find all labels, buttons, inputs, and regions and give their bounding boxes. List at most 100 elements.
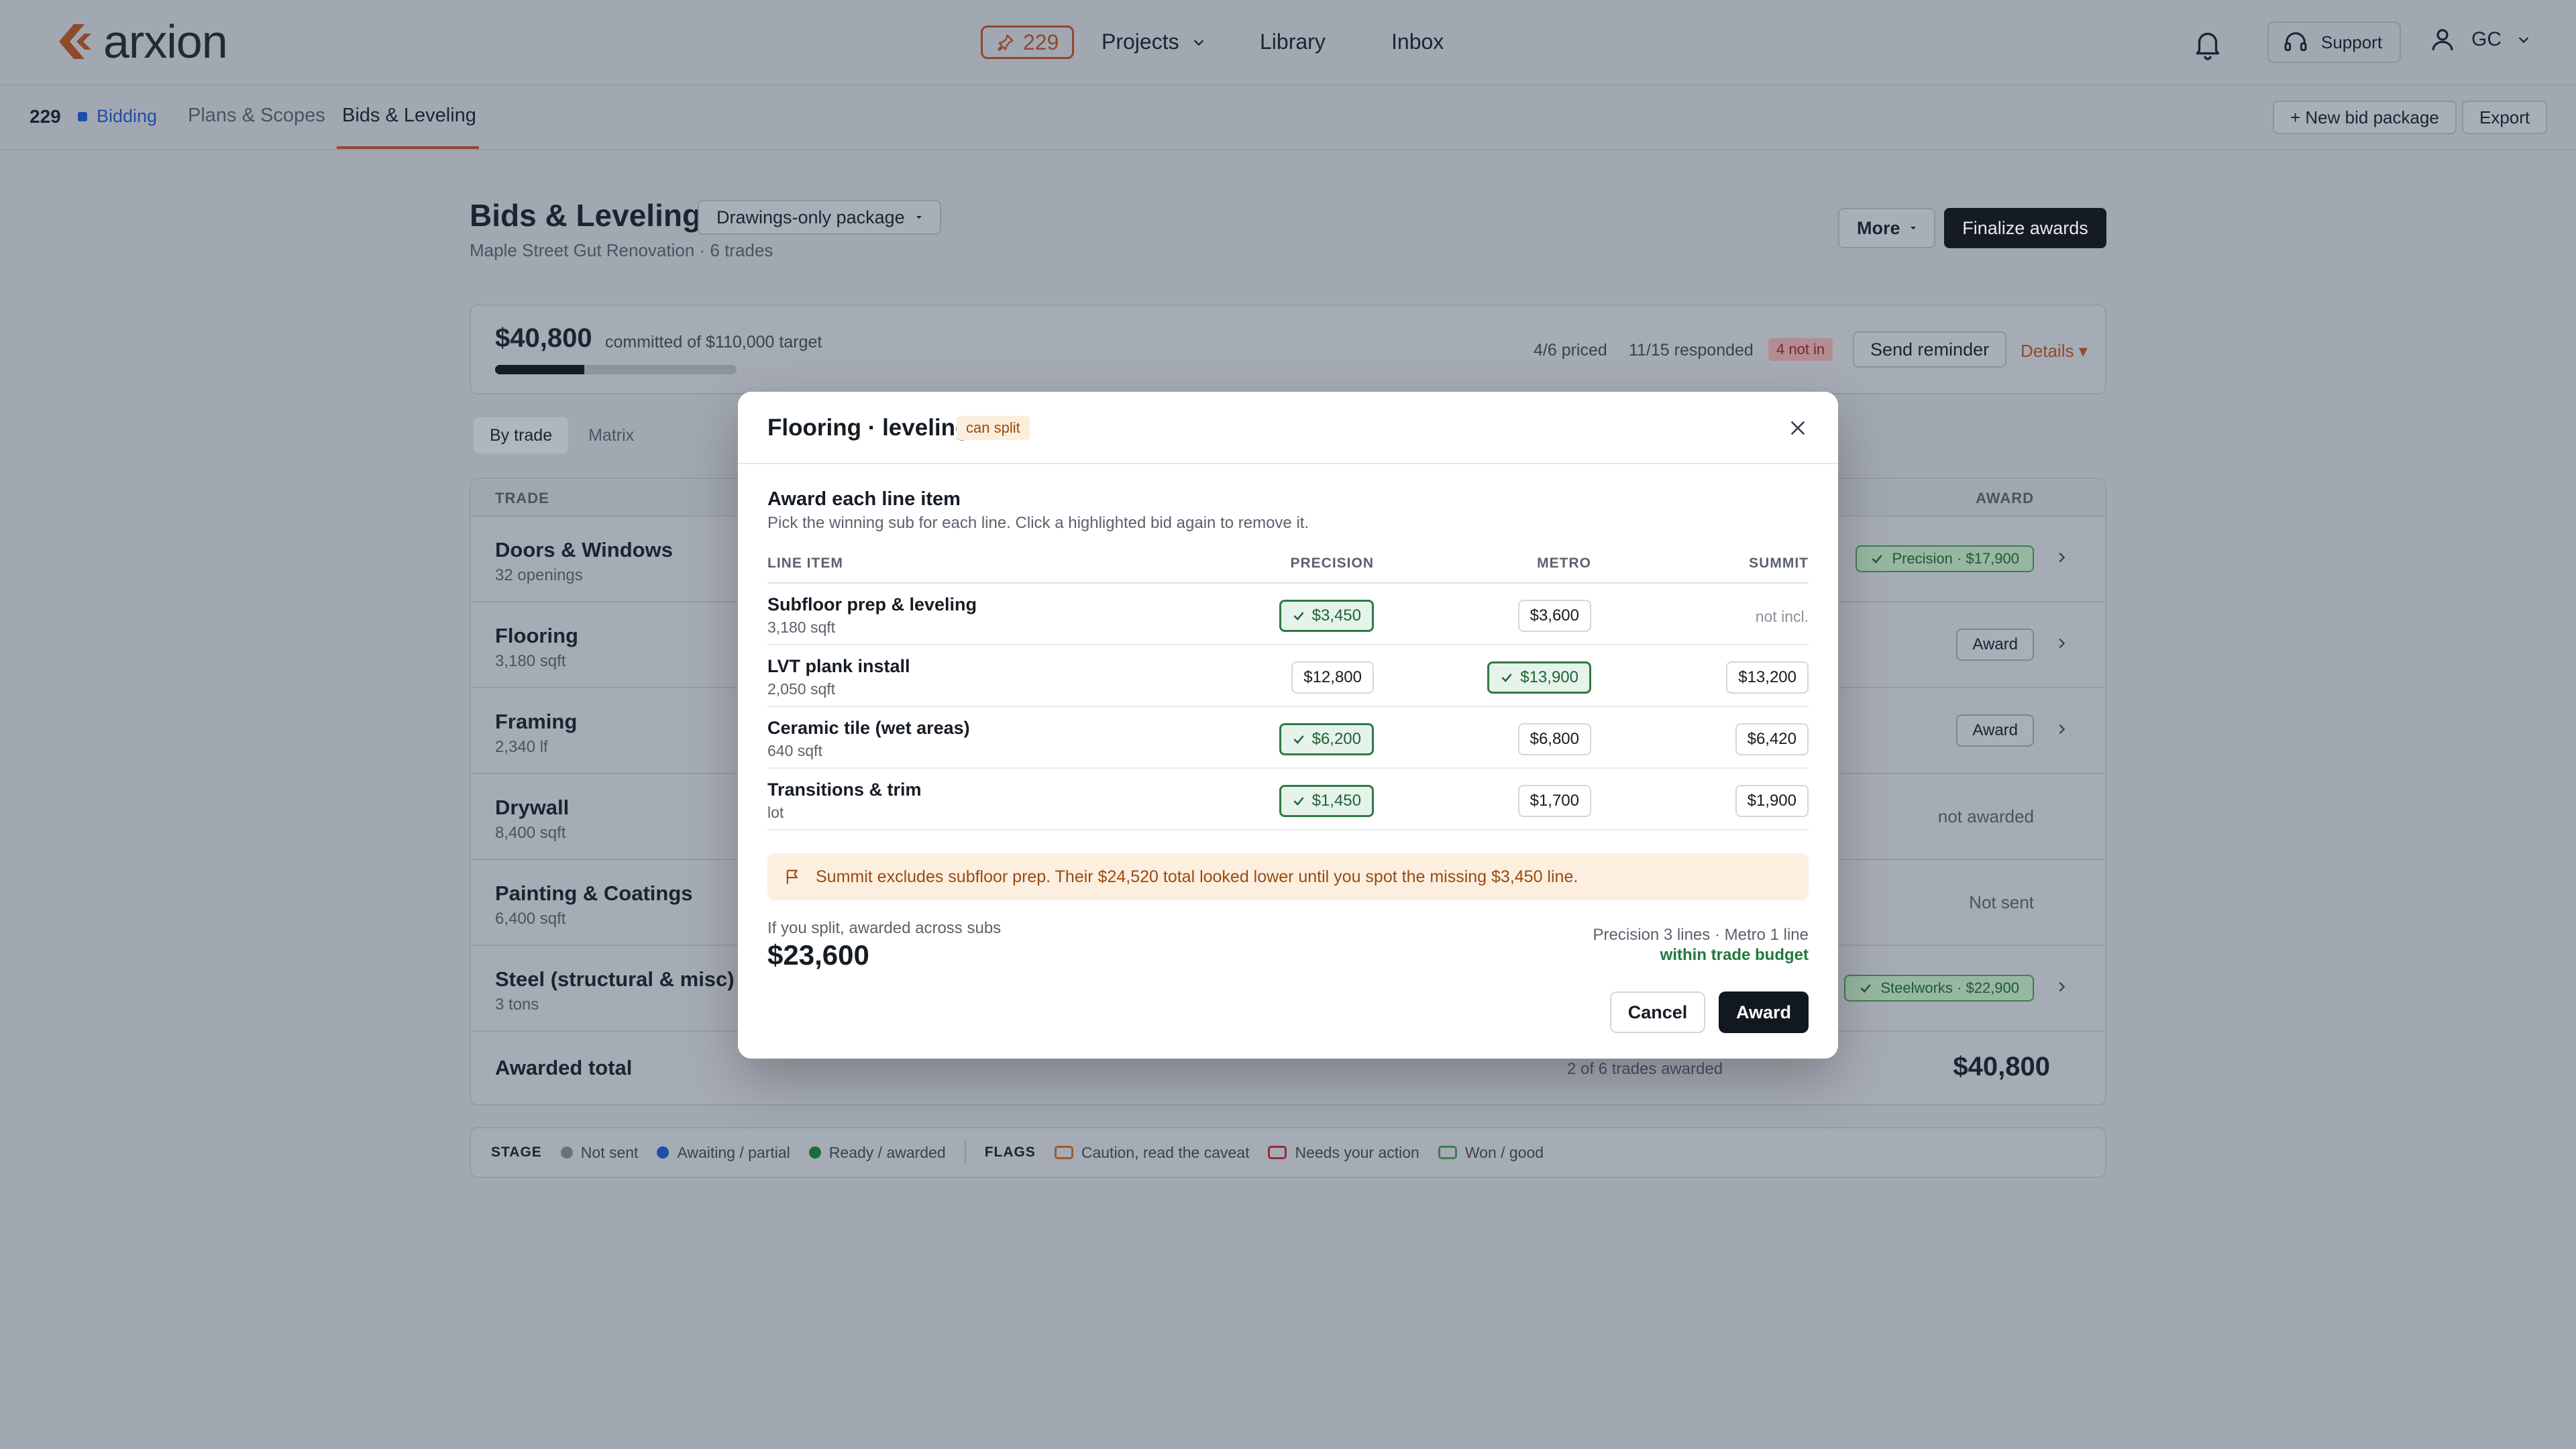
flag-swatch-icon bbox=[1268, 1146, 1287, 1159]
column-header-award: AWARD bbox=[1976, 490, 2034, 506]
bid-metro-button[interactable]: $13,900 bbox=[1487, 661, 1591, 694]
award-trade-button[interactable]: Award bbox=[1956, 714, 2034, 747]
bid-amount: $1,450 bbox=[1311, 792, 1361, 810]
awarded-count: 2 of 6 trades awarded bbox=[1567, 1060, 1723, 1078]
close-icon[interactable] bbox=[1787, 417, 1809, 439]
bid-summit-button[interactable]: $13,200 bbox=[1726, 661, 1809, 694]
budget-progress-fill bbox=[495, 365, 585, 374]
budget-progress-bar bbox=[495, 365, 737, 374]
budget-status: within trade budget bbox=[1660, 946, 1809, 964]
chevron-right-icon[interactable] bbox=[2054, 722, 2069, 737]
committed-amount: $40,800 bbox=[495, 323, 592, 353]
package-selector[interactable]: Drawings-only package bbox=[698, 200, 941, 235]
bid-summit-button[interactable]: $1,900 bbox=[1735, 785, 1809, 817]
caveat-banner: Summit excludes subfloor prep. Their $24… bbox=[767, 853, 1809, 900]
awarded-total-label: Awarded total bbox=[495, 1056, 633, 1079]
legend-divider bbox=[964, 1140, 966, 1165]
won-award-label: Precision · $17,900 bbox=[1892, 550, 2019, 567]
check-icon bbox=[1872, 555, 1883, 564]
bid-amount: $1,900 bbox=[1747, 792, 1796, 810]
legend-item-label: Won / good bbox=[1464, 1143, 1544, 1161]
stage-dot-icon bbox=[78, 111, 87, 121]
active-tab-indicator bbox=[337, 146, 479, 149]
status-dot-icon bbox=[657, 1146, 669, 1159]
split-total-label: If you split, awarded across subs bbox=[767, 919, 1002, 937]
caret-down-icon bbox=[1910, 227, 1916, 229]
chevron-right-icon[interactable] bbox=[2054, 550, 2069, 565]
bid-amount: $13,900 bbox=[1520, 668, 1578, 686]
won-award-badge: Precision · $17,900 bbox=[1856, 545, 2034, 572]
pinned-project-badge[interactable]: 229 bbox=[981, 25, 1075, 59]
bid-amount: $3,600 bbox=[1529, 606, 1579, 625]
nav-projects-label: Projects bbox=[1102, 30, 1179, 54]
check-icon bbox=[1501, 674, 1512, 682]
line-item-quantity: 640 sqft bbox=[767, 742, 822, 759]
flag-swatch-icon bbox=[1438, 1146, 1457, 1159]
bell-icon[interactable] bbox=[2191, 27, 2224, 60]
logo[interactable]: arxion bbox=[54, 18, 228, 65]
split-total-value: $23,600 bbox=[767, 939, 869, 971]
send-reminder-button[interactable]: Send reminder bbox=[1853, 331, 2007, 368]
nav-projects[interactable]: Projects bbox=[1102, 30, 1206, 54]
legend-item: Won / good bbox=[1438, 1144, 1544, 1162]
line-item-row: LVT plank install 2,050 sqft $12,800 $13,90… bbox=[767, 645, 1809, 707]
bid-precision-button[interactable]: $1,450 bbox=[1279, 785, 1374, 817]
bid-amount: $6,200 bbox=[1311, 730, 1361, 748]
tab-by-trade[interactable]: By trade bbox=[474, 417, 569, 453]
priced-count: 4/6 priced bbox=[1534, 341, 1607, 360]
chevron-down-icon bbox=[1193, 39, 1203, 46]
line-item-quantity: 3,180 sqft bbox=[767, 619, 836, 636]
bid-precision-button[interactable]: $6,200 bbox=[1279, 723, 1374, 755]
more-button-label: More bbox=[1857, 217, 1900, 238]
not-in-badge: 4 not in bbox=[1768, 338, 1833, 361]
bid-summit-button[interactable]: $6,420 bbox=[1735, 723, 1809, 755]
line-item-row: Subfloor prep & leveling 3,180 sqft $3,450… bbox=[767, 584, 1809, 645]
award-button[interactable]: Award bbox=[1719, 991, 1809, 1033]
top-header: arxion 229 Projects Library Inbox Suppor… bbox=[0, 0, 2576, 86]
chevron-right-icon[interactable] bbox=[2054, 979, 2069, 994]
chevron-right-icon[interactable] bbox=[2054, 636, 2069, 651]
bid-amount: $6,420 bbox=[1747, 730, 1796, 748]
award-trade-button[interactable]: Award bbox=[1956, 629, 2034, 661]
bid-metro-button[interactable]: $1,700 bbox=[1517, 785, 1591, 817]
award-modal: Flooring · leveling can split Award each… bbox=[738, 392, 1838, 1059]
view-toggle: By trade Matrix bbox=[474, 417, 650, 453]
trade-quantity: 8,400 sqft bbox=[495, 824, 566, 842]
budget-summary-card: $40,800 committed of $110,000 target 4/6… bbox=[470, 305, 2106, 394]
bid-metro-button[interactable]: $6,800 bbox=[1517, 723, 1591, 755]
trade-name: Drywall bbox=[495, 796, 570, 819]
finalize-awards-button[interactable]: Finalize awards bbox=[1944, 208, 2106, 248]
app-page: arxion 229 Projects Library Inbox Suppor… bbox=[0, 0, 2576, 1449]
legend-item-label: Awaiting / partial bbox=[677, 1143, 790, 1161]
support-label: Support bbox=[2321, 32, 2383, 52]
pin-icon bbox=[998, 34, 1014, 51]
line-item-row: Ceramic tile (wet areas) 640 sqft $6,200 $6… bbox=[767, 707, 1809, 769]
new-bid-package-button[interactable]: + New bid package bbox=[2273, 101, 2457, 134]
trade-quantity: 3,180 sqft bbox=[495, 652, 566, 670]
trade-name: Flooring bbox=[495, 624, 578, 647]
user-menu[interactable]: GC bbox=[2428, 25, 2531, 54]
bid-metro-button[interactable]: $3,600 bbox=[1517, 600, 1591, 632]
trade-quantity: 3 tons bbox=[495, 996, 539, 1014]
tab-bids-leveling[interactable]: Bids & Leveling bbox=[342, 105, 476, 127]
bid-precision-button[interactable]: $12,800 bbox=[1291, 661, 1374, 694]
check-icon bbox=[1293, 797, 1304, 806]
cancel-button[interactable]: Cancel bbox=[1610, 991, 1705, 1033]
bid-precision-button[interactable]: $3,450 bbox=[1279, 600, 1374, 632]
export-button[interactable]: Export bbox=[2462, 101, 2548, 134]
status-dot-icon bbox=[560, 1146, 573, 1159]
modal-title: Flooring · leveling bbox=[767, 415, 970, 441]
nav-library[interactable]: Library bbox=[1260, 30, 1326, 54]
support-button[interactable]: Support bbox=[2267, 21, 2402, 63]
tab-plans-scopes[interactable]: Plans & Scopes bbox=[188, 105, 325, 127]
column-header-line-item: LINE ITEM bbox=[767, 555, 843, 571]
trade-quantity: 32 openings bbox=[495, 566, 583, 584]
more-button[interactable]: More bbox=[1838, 208, 1935, 248]
nav-inbox[interactable]: Inbox bbox=[1391, 30, 1444, 54]
user-initials: GC bbox=[2471, 28, 2502, 50]
details-link[interactable]: Details ▾ bbox=[2021, 341, 2088, 362]
award-cell: not awarded bbox=[1938, 801, 2034, 832]
tab-matrix[interactable]: Matrix bbox=[572, 417, 650, 453]
trade-quantity: 6,400 sqft bbox=[495, 910, 566, 928]
column-header-summit: SUMMIT bbox=[1749, 555, 1809, 571]
